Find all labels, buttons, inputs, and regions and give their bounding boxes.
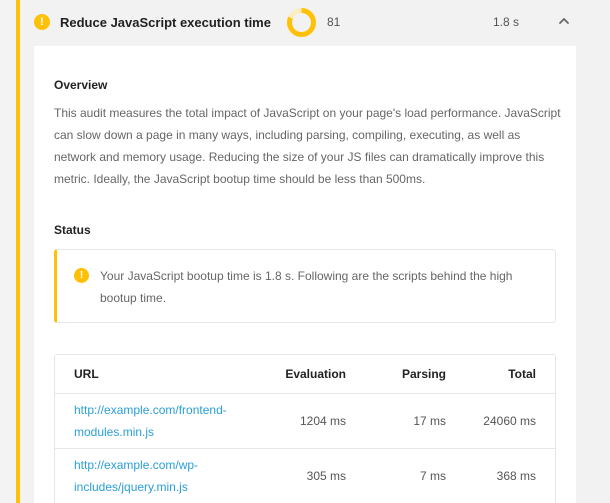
table-row: http://example.com/frontend- modules.min…	[55, 394, 555, 449]
status-message-box: ! Your JavaScript bootup time is 1.8 s. …	[54, 249, 556, 323]
score-value: 81	[327, 15, 341, 29]
status-heading: Status	[54, 223, 91, 237]
audit-title: Reduce JavaScript execution time	[60, 15, 271, 30]
column-header-url: URL	[74, 367, 99, 381]
total-cell: 24060 ms	[483, 414, 536, 428]
audit-item: ! Reduce JavaScript execution time 81 1.…	[16, 0, 610, 503]
score-gauge	[287, 8, 316, 37]
script-url-line[interactable]: http://example.com/frontend-	[74, 399, 254, 421]
audit-details-panel: Overview This audit measures the total i…	[34, 46, 576, 503]
exclamation-icon: !	[34, 14, 50, 30]
evaluation-cell: 1204 ms	[299, 414, 346, 428]
script-url-line[interactable]: modules.min.js	[74, 421, 254, 443]
overview-text: This audit measures the total impact of …	[54, 106, 561, 186]
column-header-evaluation: Evaluation	[285, 367, 346, 381]
overview-heading: Overview	[54, 78, 108, 92]
script-url-link[interactable]: http://example.com/wp- includes/jquery.m…	[74, 454, 254, 498]
chevron-up-icon[interactable]	[557, 14, 571, 28]
exclamation-icon: !	[74, 268, 89, 283]
script-url-line[interactable]: includes/jquery.min.js	[74, 476, 254, 498]
table-row: http://example.com/wp- includes/jquery.m…	[55, 449, 555, 503]
scripts-table: URL Evaluation Parsing Total http://exam…	[54, 354, 556, 503]
status-message: Your JavaScript bootup time is 1.8 s. Fo…	[100, 269, 513, 305]
evaluation-cell: 305 ms	[306, 469, 346, 483]
execution-time-value: 1.8 s	[493, 15, 520, 29]
script-url-line[interactable]: http://example.com/wp-	[74, 454, 254, 476]
parsing-cell: 7 ms	[419, 469, 446, 483]
column-header-parsing: Parsing	[401, 367, 446, 381]
total-cell: 368 ms	[496, 469, 536, 483]
script-url-link[interactable]: http://example.com/frontend- modules.min…	[74, 399, 254, 443]
table-header-row: URL Evaluation Parsing Total	[55, 355, 555, 394]
parsing-cell: 17 ms	[413, 414, 446, 428]
column-header-total: Total	[508, 367, 536, 381]
audit-header[interactable]: ! Reduce JavaScript execution time 81 1.…	[20, 0, 610, 44]
